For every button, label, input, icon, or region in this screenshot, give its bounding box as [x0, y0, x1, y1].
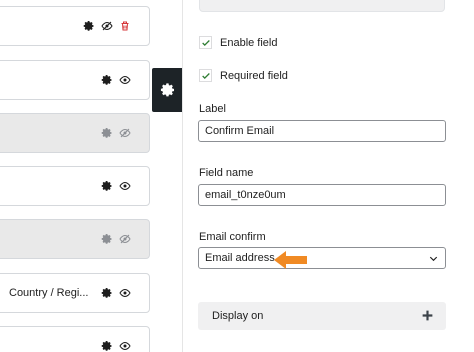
email-confirm-select[interactable]: Email address: [198, 247, 446, 269]
field-row-label: Country / Regi...: [9, 287, 89, 299]
field-row[interactable]: [0, 326, 150, 352]
field-row[interactable]: [0, 6, 150, 46]
eye-icon[interactable]: [119, 180, 131, 192]
eye-icon[interactable]: [119, 287, 131, 299]
fields-list-panel: Country / Regi...: [0, 0, 182, 352]
plus-icon[interactable]: [421, 309, 434, 322]
field-name-title: Field name: [199, 167, 254, 179]
eye-slash-icon[interactable]: [101, 20, 113, 32]
field-name-input[interactable]: email_t0nze0um: [198, 184, 446, 206]
enable-field-option[interactable]: Enable field: [199, 36, 278, 49]
field-row[interactable]: Country / Regi...: [0, 273, 150, 313]
required-field-checkbox[interactable]: [199, 69, 212, 82]
check-icon: [201, 39, 210, 46]
required-field-label: Required field: [220, 69, 288, 82]
settings-tab-button[interactable]: [152, 68, 183, 112]
gear-icon[interactable]: [101, 233, 113, 245]
field-row[interactable]: [0, 219, 150, 259]
display-on-section[interactable]: Display on: [198, 302, 446, 330]
display-on-label: Display on: [212, 310, 264, 322]
field-row[interactable]: [0, 166, 150, 206]
eye-slash-icon[interactable]: [119, 127, 131, 139]
field-row[interactable]: [0, 60, 150, 100]
eye-icon[interactable]: [119, 340, 131, 352]
eye-icon[interactable]: [119, 74, 131, 86]
enable-field-label: Enable field: [220, 36, 278, 49]
gear-icon: [160, 83, 174, 97]
eye-slash-icon[interactable]: [119, 233, 131, 245]
trash-icon[interactable]: [119, 20, 131, 32]
email-confirm-selected-value: Email address: [205, 252, 275, 264]
field-row[interactable]: [0, 113, 150, 153]
gear-icon[interactable]: [101, 180, 113, 192]
gear-icon[interactable]: [101, 287, 113, 299]
email-confirm-title: Email confirm: [199, 231, 266, 243]
required-field-option[interactable]: Required field: [199, 69, 288, 82]
gear-icon[interactable]: [101, 74, 113, 86]
enable-field-checkbox[interactable]: [199, 36, 212, 49]
pointer-arrow-icon: [274, 251, 307, 269]
gear-icon[interactable]: [101, 340, 113, 352]
settings-top-bar: [199, 0, 445, 12]
gear-icon[interactable]: [101, 127, 113, 139]
field-settings-panel: Enable field Required field Label Confir…: [182, 0, 474, 352]
gear-icon[interactable]: [83, 20, 95, 32]
check-icon: [201, 72, 210, 79]
label-input[interactable]: Confirm Email: [198, 120, 446, 142]
chevron-down-icon: [429, 256, 438, 262]
label-title: Label: [199, 103, 226, 115]
